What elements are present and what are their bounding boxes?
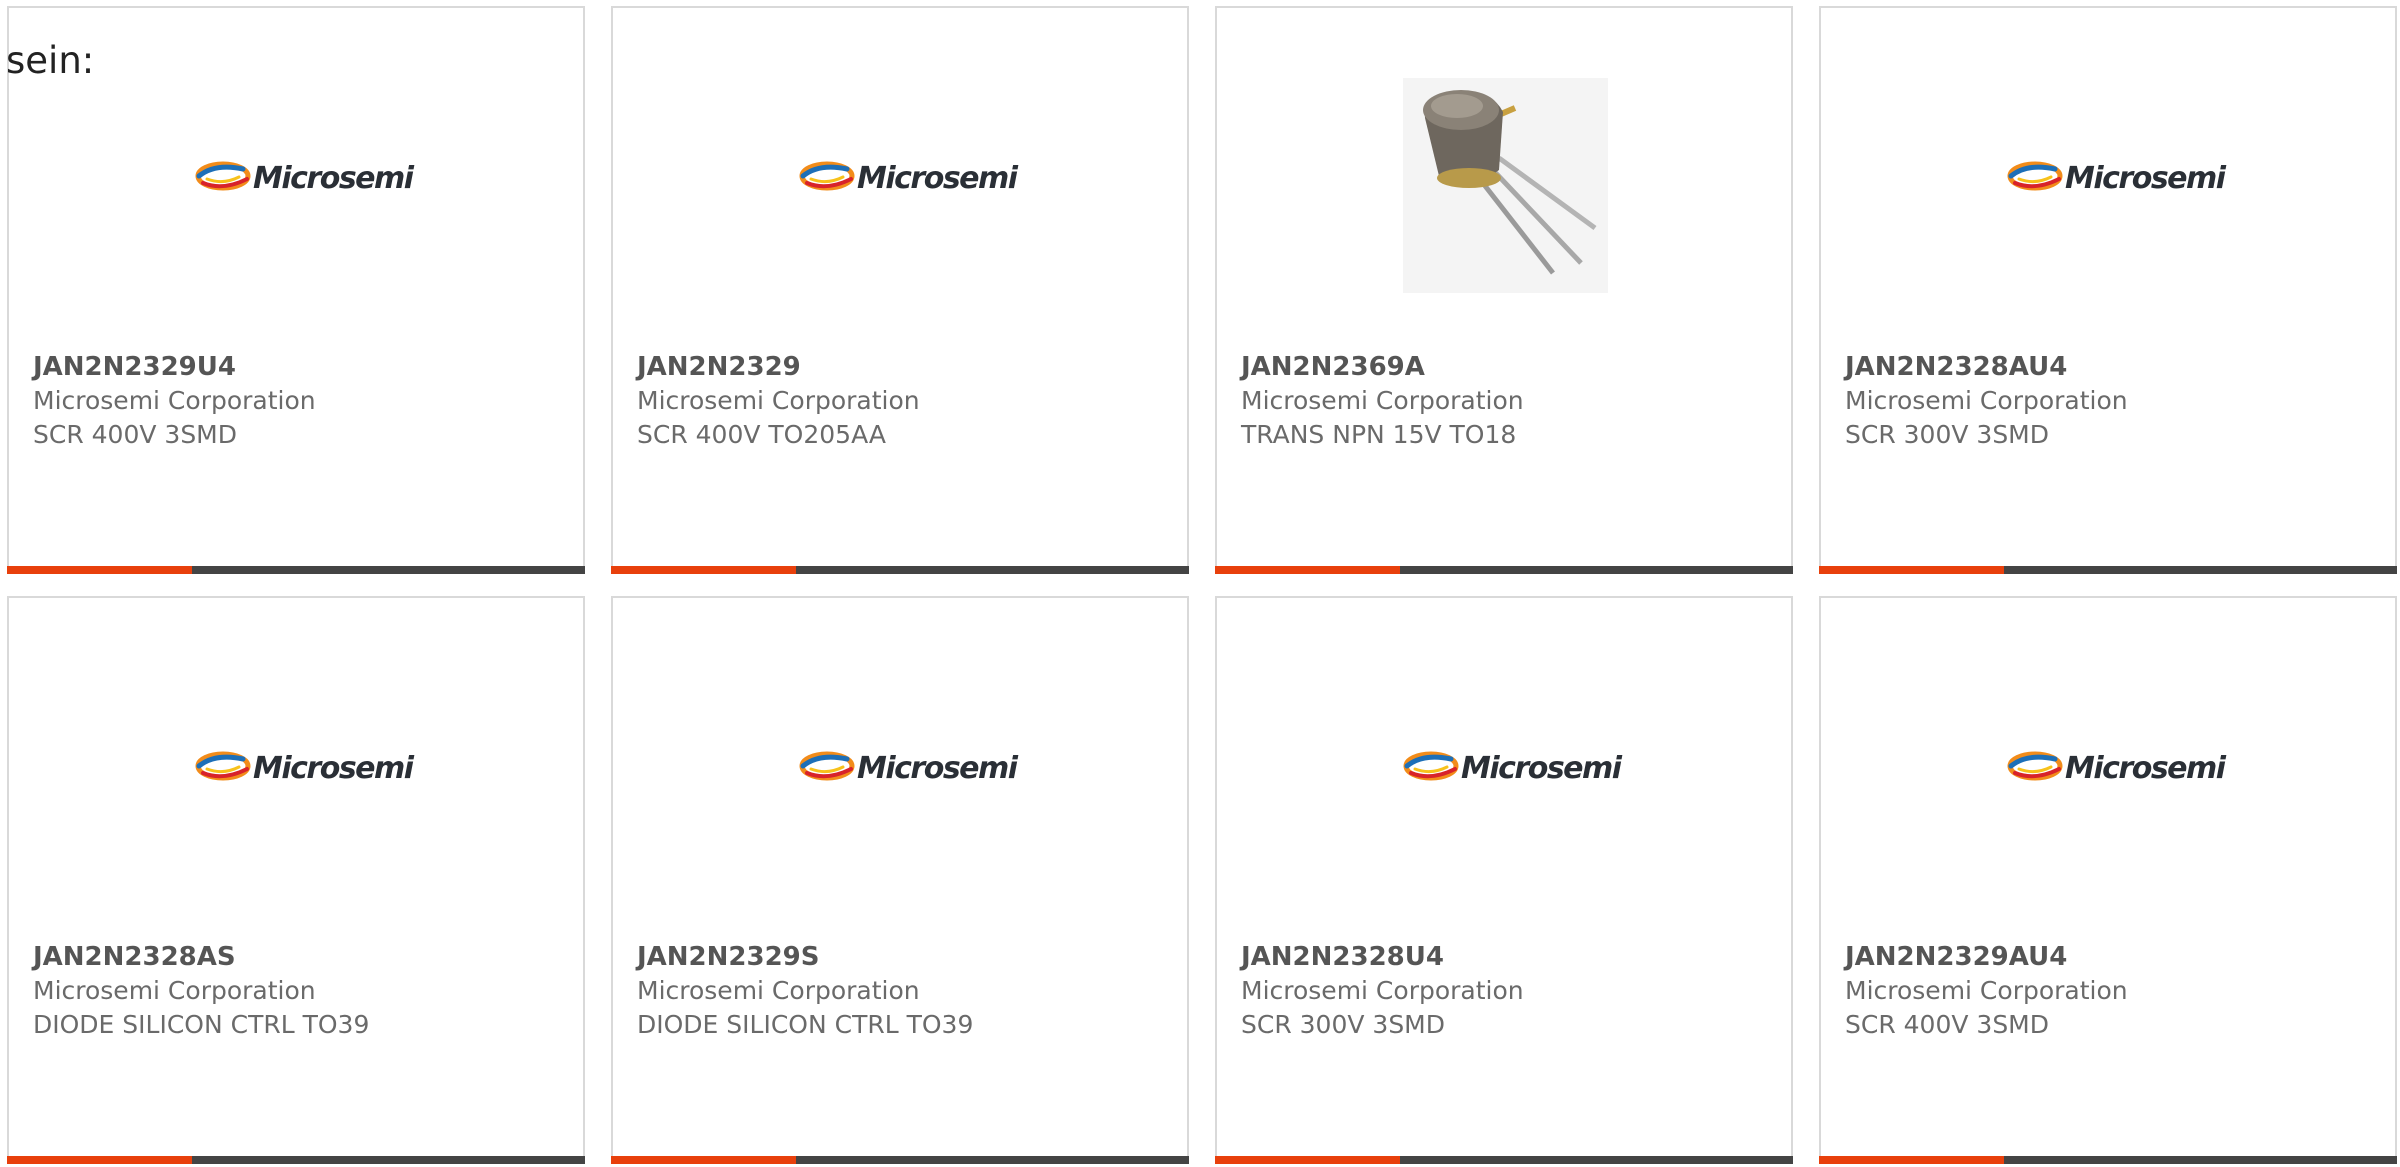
card-accent-bar: [7, 566, 192, 574]
microsemi-logo: Microsemi: [799, 159, 1018, 199]
card-accent-bar: [1819, 566, 2004, 574]
logo-wordmark: Microsemi: [857, 161, 1018, 196]
microsemi-logo: Microsemi: [195, 749, 414, 789]
product-image[interactable]: Microsemi: [9, 8, 583, 348]
product-description: TRANS NPN 15V TO18: [1241, 420, 1517, 449]
card-bottom-bar: [7, 1156, 585, 1164]
logo-wordmark: Microsemi: [1461, 751, 1622, 786]
manufacturer-name: Microsemi Corporation: [1241, 976, 1524, 1005]
part-number-link[interactable]: JAN2N2328AU4: [1845, 350, 2375, 384]
part-number-link[interactable]: JAN2N2328AS: [33, 940, 563, 974]
product-info: JAN2N2328U4 Microsemi Corporation SCR 300V…: [1241, 940, 1771, 1042]
product-info: JAN2N2329 Microsemi Corporation SCR 400V T…: [637, 350, 1167, 452]
microsemi-swirl-icon: [799, 161, 855, 191]
product-card[interactable]: Microsemi JAN2N2328U4 Microsemi Corporatio…: [1215, 596, 1793, 1164]
product-info: JAN2N2328AU4 Microsemi Corporation SCR 300…: [1845, 350, 2375, 452]
microsemi-logo: Microsemi: [1403, 749, 1622, 789]
product-card[interactable]: Microsemi JAN2N2329S Microsemi Corporation…: [611, 596, 1189, 1164]
card-accent-bar: [7, 1156, 192, 1164]
product-grid: Microsemi JAN2N2329U4 Microsemi Corporatio…: [7, 6, 2400, 1167]
product-description: SCR 400V TO205AA: [637, 420, 886, 449]
product-image[interactable]: Microsemi: [9, 598, 583, 938]
manufacturer-name: Microsemi Corporation: [1845, 386, 2128, 415]
card-bottom-bar: [1819, 566, 2397, 574]
transistor-icon: [1403, 78, 1608, 293]
manufacturer-name: Microsemi Corporation: [33, 976, 316, 1005]
microsemi-logo: Microsemi: [195, 159, 414, 199]
microsemi-swirl-icon: [195, 751, 251, 781]
part-number-link[interactable]: JAN2N2329U4: [33, 350, 563, 384]
product-image[interactable]: Microsemi: [1821, 598, 2395, 938]
product-card[interactable]: JAN2N2369A Microsemi Corporation TRANS NPN…: [1215, 6, 1793, 574]
product-image[interactable]: Microsemi: [613, 8, 1187, 348]
manufacturer-name: Microsemi Corporation: [1241, 386, 1524, 415]
product-info: JAN2N2328AS Microsemi Corporation DIODE SI…: [33, 940, 563, 1042]
microsemi-logo: Microsemi: [2007, 749, 2226, 789]
product-image[interactable]: [1217, 8, 1791, 348]
product-description: DIODE SILICON CTRL TO39: [637, 1010, 974, 1039]
card-accent-bar: [1819, 1156, 2004, 1164]
microsemi-logo: Microsemi: [799, 749, 1018, 789]
product-description: SCR 400V 3SMD: [1845, 1010, 2050, 1039]
card-bottom-bar: [611, 1156, 1189, 1164]
product-description: SCR 300V 3SMD: [1845, 420, 2050, 449]
part-number-link[interactable]: JAN2N2329AU4: [1845, 940, 2375, 974]
product-image[interactable]: Microsemi: [1217, 598, 1791, 938]
logo-wordmark: Microsemi: [253, 161, 414, 196]
product-card[interactable]: Microsemi JAN2N2328AU4 Microsemi Corporati…: [1819, 6, 2397, 574]
part-number-link[interactable]: JAN2N2329S: [637, 940, 1167, 974]
product-card[interactable]: Microsemi JAN2N2329 Microsemi Corporation S…: [611, 6, 1189, 574]
logo-wordmark: Microsemi: [2065, 751, 2226, 786]
card-bottom-bar: [1819, 1156, 2397, 1164]
microsemi-swirl-icon: [195, 161, 251, 191]
product-image[interactable]: Microsemi: [613, 598, 1187, 938]
product-card[interactable]: Microsemi JAN2N2329U4 Microsemi Corporatio…: [7, 6, 585, 574]
manufacturer-name: Microsemi Corporation: [637, 386, 920, 415]
logo-wordmark: Microsemi: [253, 751, 414, 786]
microsemi-swirl-icon: [1403, 751, 1459, 781]
microsemi-swirl-icon: [2007, 751, 2063, 781]
card-accent-bar: [1215, 1156, 1400, 1164]
product-card[interactable]: Microsemi JAN2N2329AU4 Microsemi Corporati…: [1819, 596, 2397, 1164]
card-bottom-bar: [1215, 1156, 1793, 1164]
card-accent-bar: [1215, 566, 1400, 574]
microsemi-swirl-icon: [2007, 161, 2063, 191]
manufacturer-name: Microsemi Corporation: [1845, 976, 2128, 1005]
card-bottom-bar: [1215, 566, 1793, 574]
part-number-link[interactable]: JAN2N2328U4: [1241, 940, 1771, 974]
card-accent-bar: [611, 1156, 796, 1164]
logo-wordmark: Microsemi: [857, 751, 1018, 786]
part-number-link[interactable]: JAN2N2369A: [1241, 350, 1771, 384]
product-info: JAN2N2369A Microsemi Corporation TRANS NPN…: [1241, 350, 1771, 452]
card-accent-bar: [611, 566, 796, 574]
microsemi-logo: Microsemi: [2007, 159, 2226, 199]
product-description: DIODE SILICON CTRL TO39: [33, 1010, 370, 1039]
page: sein: Microsemi JAN2N2329U4 Microsemi Corp…: [0, 0, 2400, 1167]
product-description: SCR 300V 3SMD: [1241, 1010, 1446, 1039]
intro-text: sein:: [6, 39, 95, 82]
product-info: JAN2N2329S Microsemi Corporation DIODE SIL…: [637, 940, 1167, 1042]
product-description: SCR 400V 3SMD: [33, 420, 238, 449]
microsemi-swirl-icon: [799, 751, 855, 781]
product-image[interactable]: Microsemi: [1821, 8, 2395, 348]
transistor-photo: [1403, 78, 1608, 293]
manufacturer-name: Microsemi Corporation: [637, 976, 920, 1005]
product-info: JAN2N2329U4 Microsemi Corporation SCR 400V…: [33, 350, 563, 452]
product-card[interactable]: Microsemi JAN2N2328AS Microsemi Corporatio…: [7, 596, 585, 1164]
card-bottom-bar: [7, 566, 585, 574]
manufacturer-name: Microsemi Corporation: [33, 386, 316, 415]
product-info: JAN2N2329AU4 Microsemi Corporation SCR 400…: [1845, 940, 2375, 1042]
logo-wordmark: Microsemi: [2065, 161, 2226, 196]
part-number-link[interactable]: JAN2N2329: [637, 350, 1167, 384]
card-bottom-bar: [611, 566, 1189, 574]
